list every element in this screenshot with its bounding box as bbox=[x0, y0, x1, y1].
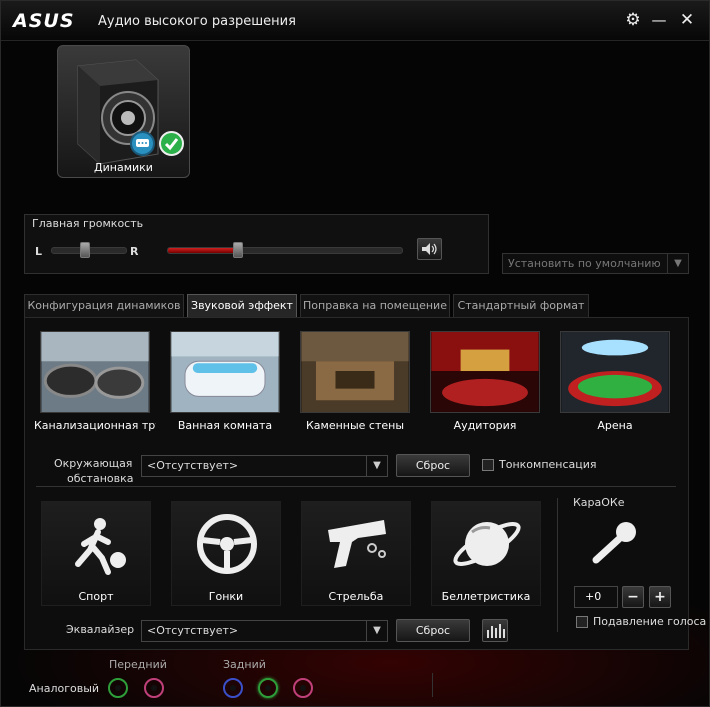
karaoke-value[interactable]: +0 bbox=[574, 586, 618, 608]
env-bathroom[interactable]: Ванная комната bbox=[170, 331, 280, 435]
voice-suppress-checkbox[interactable] bbox=[576, 616, 588, 628]
stone-walls-image bbox=[300, 331, 410, 413]
master-volume-panel: Главная громкость L R bbox=[24, 214, 489, 274]
voice-suppress-label: Подавление голоса bbox=[593, 615, 707, 628]
game-sport[interactable]: Спорт bbox=[41, 501, 151, 606]
mute-button[interactable] bbox=[417, 238, 442, 260]
chevron-down-icon: ▼ bbox=[366, 456, 387, 476]
equalizer-icon bbox=[487, 624, 505, 638]
divider-vertical bbox=[557, 498, 558, 632]
volume-icon bbox=[422, 243, 437, 255]
set-default-label: Установить по умолчанию bbox=[508, 257, 661, 270]
tab-default-format[interactable]: Стандартный формат bbox=[453, 294, 589, 317]
pistol-icon bbox=[328, 520, 386, 568]
tab-room-correction[interactable]: Поправка на помещение bbox=[300, 294, 450, 317]
device-speakers[interactable]: Динамики bbox=[57, 45, 190, 178]
analog-label: Аналоговый bbox=[29, 682, 100, 695]
front-pink-jack[interactable] bbox=[144, 678, 164, 698]
steering-wheel-icon bbox=[197, 514, 257, 574]
auditorium-image bbox=[430, 331, 540, 413]
equalizer-settings-button[interactable] bbox=[482, 619, 508, 642]
microphone-icon bbox=[592, 522, 636, 564]
master-volume-title: Главная громкость bbox=[32, 217, 144, 230]
equalizer-reset-button[interactable]: Сброс bbox=[396, 619, 470, 642]
game-label: Беллетристика bbox=[441, 590, 531, 603]
balance-slider-handle[interactable] bbox=[80, 242, 91, 258]
environment-label-line1: Окружающая bbox=[54, 457, 133, 470]
bathroom-image bbox=[170, 331, 280, 413]
device-label: Динамики bbox=[94, 161, 153, 174]
environment-reset-button[interactable]: Сброс bbox=[396, 454, 470, 477]
env-sewer-pipe[interactable]: Канализационная труба bbox=[34, 331, 156, 435]
rear-pink-jack[interactable] bbox=[293, 678, 313, 698]
balance-left-label: L bbox=[35, 245, 43, 258]
front-green-jack[interactable] bbox=[108, 678, 128, 698]
close-icon[interactable]: ✕ bbox=[677, 10, 697, 30]
game-fiction[interactable]: Беллетристика bbox=[431, 501, 541, 606]
env-auditorium[interactable]: Аудитория bbox=[430, 331, 540, 435]
chevron-down-icon: ▼ bbox=[667, 254, 688, 274]
game-label: Гонки bbox=[208, 590, 244, 603]
sport-icon bbox=[75, 518, 126, 575]
environment-value: <Отсутствует> bbox=[147, 459, 239, 472]
balance-right-label: R bbox=[130, 245, 139, 258]
check-icon bbox=[159, 131, 184, 156]
planet-icon bbox=[453, 522, 521, 566]
speaker-icon bbox=[77, 59, 159, 165]
env-label: Ванная комната bbox=[177, 419, 273, 432]
divider-vertical bbox=[432, 673, 433, 697]
loudness-label: Тонкомпенсация bbox=[499, 458, 597, 471]
gear-icon[interactable]: ⚙ bbox=[623, 10, 643, 30]
tab-speaker-config[interactable]: Конфигурация динамиков bbox=[24, 294, 184, 317]
env-label: Арена bbox=[597, 419, 633, 432]
master-volume-fill bbox=[168, 248, 239, 253]
env-label: Канализационная труба bbox=[34, 419, 156, 432]
game-label: Стрельба bbox=[328, 590, 384, 603]
asus-logo: ASUS bbox=[13, 10, 75, 32]
env-label: Каменные стены bbox=[305, 419, 405, 432]
chat-icon bbox=[130, 131, 155, 156]
game-shooter[interactable]: Стрельба bbox=[301, 501, 411, 606]
set-default-dropdown[interactable]: Установить по умолчанию ▼ bbox=[502, 253, 689, 274]
divider bbox=[36, 486, 676, 487]
game-label: Спорт bbox=[78, 590, 114, 603]
env-stone-walls[interactable]: Каменные стены bbox=[300, 331, 410, 435]
rear-green-jack[interactable] bbox=[258, 678, 278, 698]
env-arena[interactable]: Арена bbox=[560, 331, 670, 435]
loudness-checkbox[interactable] bbox=[482, 459, 494, 471]
rear-label: Задний bbox=[223, 658, 266, 671]
rear-blue-jack[interactable] bbox=[223, 678, 243, 698]
equalizer-value: <Отсутствует> bbox=[147, 624, 239, 637]
sewer-pipe-image bbox=[40, 331, 150, 413]
minimize-icon[interactable]: — bbox=[649, 10, 669, 30]
equalizer-label: Эквалайзер bbox=[66, 623, 135, 636]
tab-sound-effect[interactable]: Звуковой эффект bbox=[187, 294, 297, 317]
main-window: ASUS Аудио высокого разрешения ⚙ — ✕ Дин… bbox=[0, 0, 710, 707]
chevron-down-icon: ▼ bbox=[366, 621, 387, 641]
game-racing[interactable]: Гонки bbox=[171, 501, 281, 606]
env-label: Аудитория bbox=[453, 419, 517, 432]
karaoke-title: КараОКе bbox=[573, 496, 625, 509]
front-label: Передний bbox=[109, 658, 167, 671]
arena-image bbox=[560, 331, 670, 413]
master-volume-handle[interactable] bbox=[232, 242, 243, 258]
environment-label-line2: обстановка bbox=[67, 472, 134, 485]
title-bar: ASUS Аудио высокого разрешения ⚙ — ✕ bbox=[1, 1, 709, 41]
window-title: Аудио высокого разрешения bbox=[98, 14, 296, 29]
environment-dropdown[interactable]: <Отсутствует> ▼ bbox=[141, 455, 388, 477]
karaoke-minus-button[interactable]: − bbox=[622, 586, 644, 608]
karaoke-plus-button[interactable]: + bbox=[649, 586, 671, 608]
tab-bar: Конфигурация динамиков Звуковой эффект П… bbox=[24, 294, 689, 317]
equalizer-dropdown[interactable]: <Отсутствует> ▼ bbox=[141, 620, 388, 642]
